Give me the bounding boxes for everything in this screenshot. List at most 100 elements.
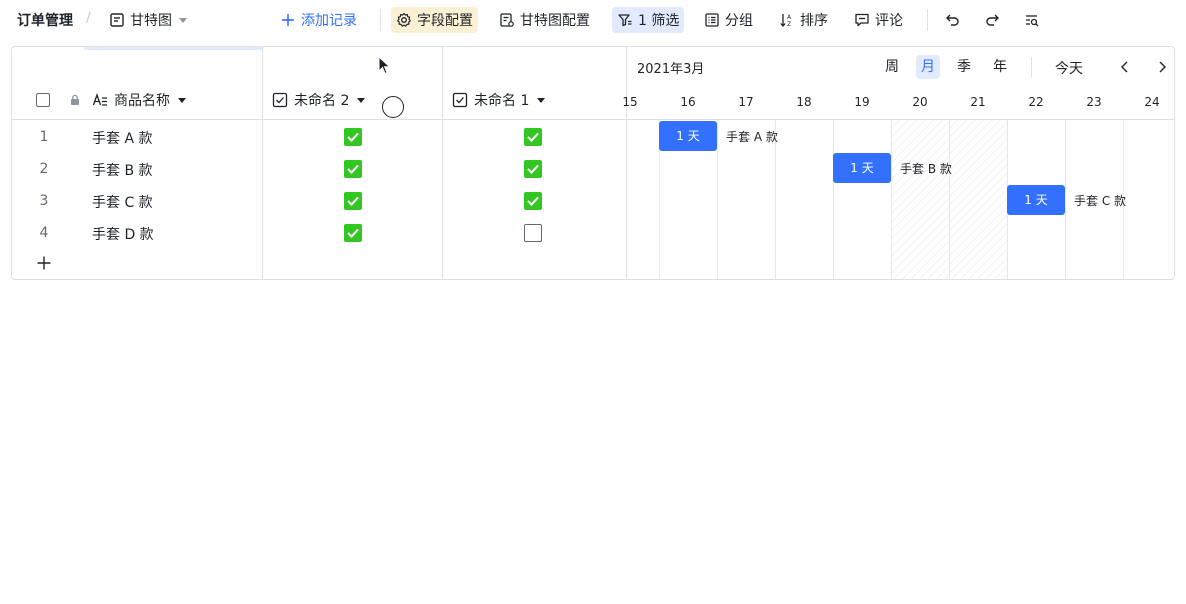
- chevron-down-icon[interactable]: [357, 97, 366, 103]
- checkbox-checked[interactable]: [344, 128, 362, 146]
- checkbox-checked[interactable]: [344, 160, 362, 178]
- column-label: 商品名称: [114, 93, 170, 109]
- column-header-name[interactable]: 商品名称: [92, 87, 186, 113]
- view-quarter-button[interactable]: 季: [952, 55, 976, 79]
- gantt-task-label: 手套 A 款: [726, 130, 778, 144]
- check-icon: [347, 164, 359, 174]
- day-label: 18: [796, 95, 812, 109]
- row-name-cell[interactable]: 手套 B 款: [92, 160, 153, 180]
- checkbox-field-icon: [272, 92, 288, 108]
- search-list-icon: [1026, 15, 1039, 27]
- gantt-view-icon: [110, 13, 124, 27]
- field-config-button[interactable]: 字段配置: [391, 7, 478, 33]
- undo-button[interactable]: [940, 7, 966, 33]
- checkbox-unchecked[interactable]: [524, 224, 542, 242]
- gantt-task-bar[interactable]: 1 天: [1007, 185, 1065, 215]
- checkbox-checked[interactable]: [344, 192, 362, 210]
- mouse-cursor-icon: [378, 56, 391, 75]
- comment-button[interactable]: 评论: [849, 7, 908, 33]
- day-label: 22: [1028, 95, 1044, 109]
- day-label: 17: [738, 95, 754, 109]
- row-name-cell[interactable]: 手套 C 款: [92, 192, 153, 212]
- view-month-button[interactable]: 月: [916, 55, 940, 79]
- gantt-settings-icon: [500, 13, 514, 27]
- day-label: 19: [854, 95, 870, 109]
- row-name-cell[interactable]: 手套 D 款: [92, 224, 154, 244]
- comment-icon: [855, 13, 869, 27]
- column-header-unnamed-1[interactable]: 未命名 1: [452, 87, 546, 113]
- view-year-button[interactable]: 年: [988, 55, 1012, 79]
- checkbox-field-icon: [452, 92, 468, 108]
- chevron-left-icon[interactable]: [1117, 59, 1133, 75]
- redo-button[interactable]: [979, 7, 1005, 33]
- table-row[interactable]: 3 手套 C 款: [12, 185, 626, 217]
- day-gridline: [717, 120, 718, 279]
- weekend-shading: [891, 120, 949, 279]
- chevron-down-icon[interactable]: [537, 97, 546, 103]
- record-grid: 商品名称 未命名 2 未命名 1 1 手套 A 款 2 手套 B 款 3 手套 …: [12, 47, 626, 279]
- toolbar-divider: [927, 9, 928, 31]
- check-icon: [347, 228, 359, 238]
- checkbox-checked[interactable]: [344, 224, 362, 242]
- day-label: 23: [1086, 95, 1102, 109]
- table-row[interactable]: 4 手套 D 款: [12, 217, 626, 249]
- view-switcher[interactable]: 甘特图: [104, 7, 192, 33]
- checkbox-checked[interactable]: [524, 192, 542, 210]
- table-row[interactable]: 1 手套 A 款: [12, 121, 626, 153]
- group-label: 分组: [725, 13, 753, 29]
- svg-text:Z: Z: [787, 21, 791, 28]
- row-number: 2: [39, 161, 49, 177]
- redo-icon: [986, 14, 999, 26]
- view-week-button[interactable]: 周: [880, 55, 904, 79]
- group-button[interactable]: 分组: [699, 7, 758, 33]
- day-gridline: [833, 120, 834, 279]
- checkbox-checked[interactable]: [524, 128, 542, 146]
- table-row[interactable]: 2 手套 B 款: [12, 153, 626, 185]
- day-label: 21: [970, 95, 986, 109]
- check-icon: [347, 196, 359, 206]
- column-header-unnamed-2[interactable]: 未命名 2: [272, 87, 366, 113]
- day-label: 16: [680, 95, 696, 109]
- row-name-cell[interactable]: 手套 A 款: [92, 128, 152, 148]
- gantt-task-bar[interactable]: 1 天: [659, 121, 717, 151]
- gantt-task-bar[interactable]: 1 天: [833, 153, 891, 183]
- list-group-icon: [705, 13, 719, 27]
- chevron-right-icon[interactable]: [1154, 59, 1170, 75]
- add-record-label: 添加记录: [301, 13, 357, 29]
- row-number: 4: [39, 225, 49, 241]
- weekend-shading: [949, 120, 1007, 279]
- filter-button[interactable]: 1 筛选: [612, 7, 685, 33]
- row-number: 3: [39, 193, 49, 209]
- checkbox-checked[interactable]: [524, 160, 542, 178]
- toolbar-divider: [380, 9, 381, 31]
- select-all-checkbox[interactable]: [36, 93, 50, 107]
- column-resize-hover-indicator[interactable]: [382, 96, 404, 118]
- check-icon: [347, 132, 359, 142]
- check-icon: [527, 132, 539, 142]
- gantt-timeline: 2021年3月 周 月 季 年 今天 15 16 17 18 19 20 21 22 23 24 …: [622, 47, 1174, 279]
- chevron-down-icon[interactable]: [178, 97, 186, 103]
- gantt-panel: 商品名称 未命名 2 未命名 1 1 手套 A 款 2 手套 B 款 3 手套 …: [11, 46, 1175, 280]
- gantt-config-button[interactable]: 甘特图配置: [494, 7, 595, 33]
- undo-icon: [946, 14, 959, 26]
- today-button[interactable]: 今天: [1055, 58, 1083, 78]
- day-gridline: [949, 120, 950, 279]
- row-number: 1: [39, 129, 49, 145]
- column-label: 未命名 2: [294, 93, 350, 109]
- add-row-plus-icon[interactable]: [36, 255, 52, 271]
- grid-header: 商品名称 未命名 2 未命名 1: [12, 47, 626, 120]
- sort-icon: AZ: [780, 14, 792, 28]
- sort-button[interactable]: AZ 排序: [774, 7, 833, 33]
- gantt-config-label: 甘特图配置: [520, 13, 590, 29]
- add-record-button[interactable]: 添加记录: [275, 7, 362, 33]
- lock-icon: [71, 94, 79, 105]
- breadcrumb-separator: /: [86, 10, 91, 26]
- day-gridline: [891, 120, 892, 279]
- breadcrumb-app[interactable]: 订单管理: [17, 7, 73, 33]
- view-name: 甘特图: [130, 13, 172, 29]
- timeline-days-row: 15 16 17 18 19 20 21 22 23 24: [622, 87, 1174, 120]
- chevron-down-icon: [179, 17, 187, 23]
- header-highlight: [84, 47, 262, 50]
- search-button[interactable]: [1019, 7, 1045, 33]
- day-label: 20: [912, 95, 928, 109]
